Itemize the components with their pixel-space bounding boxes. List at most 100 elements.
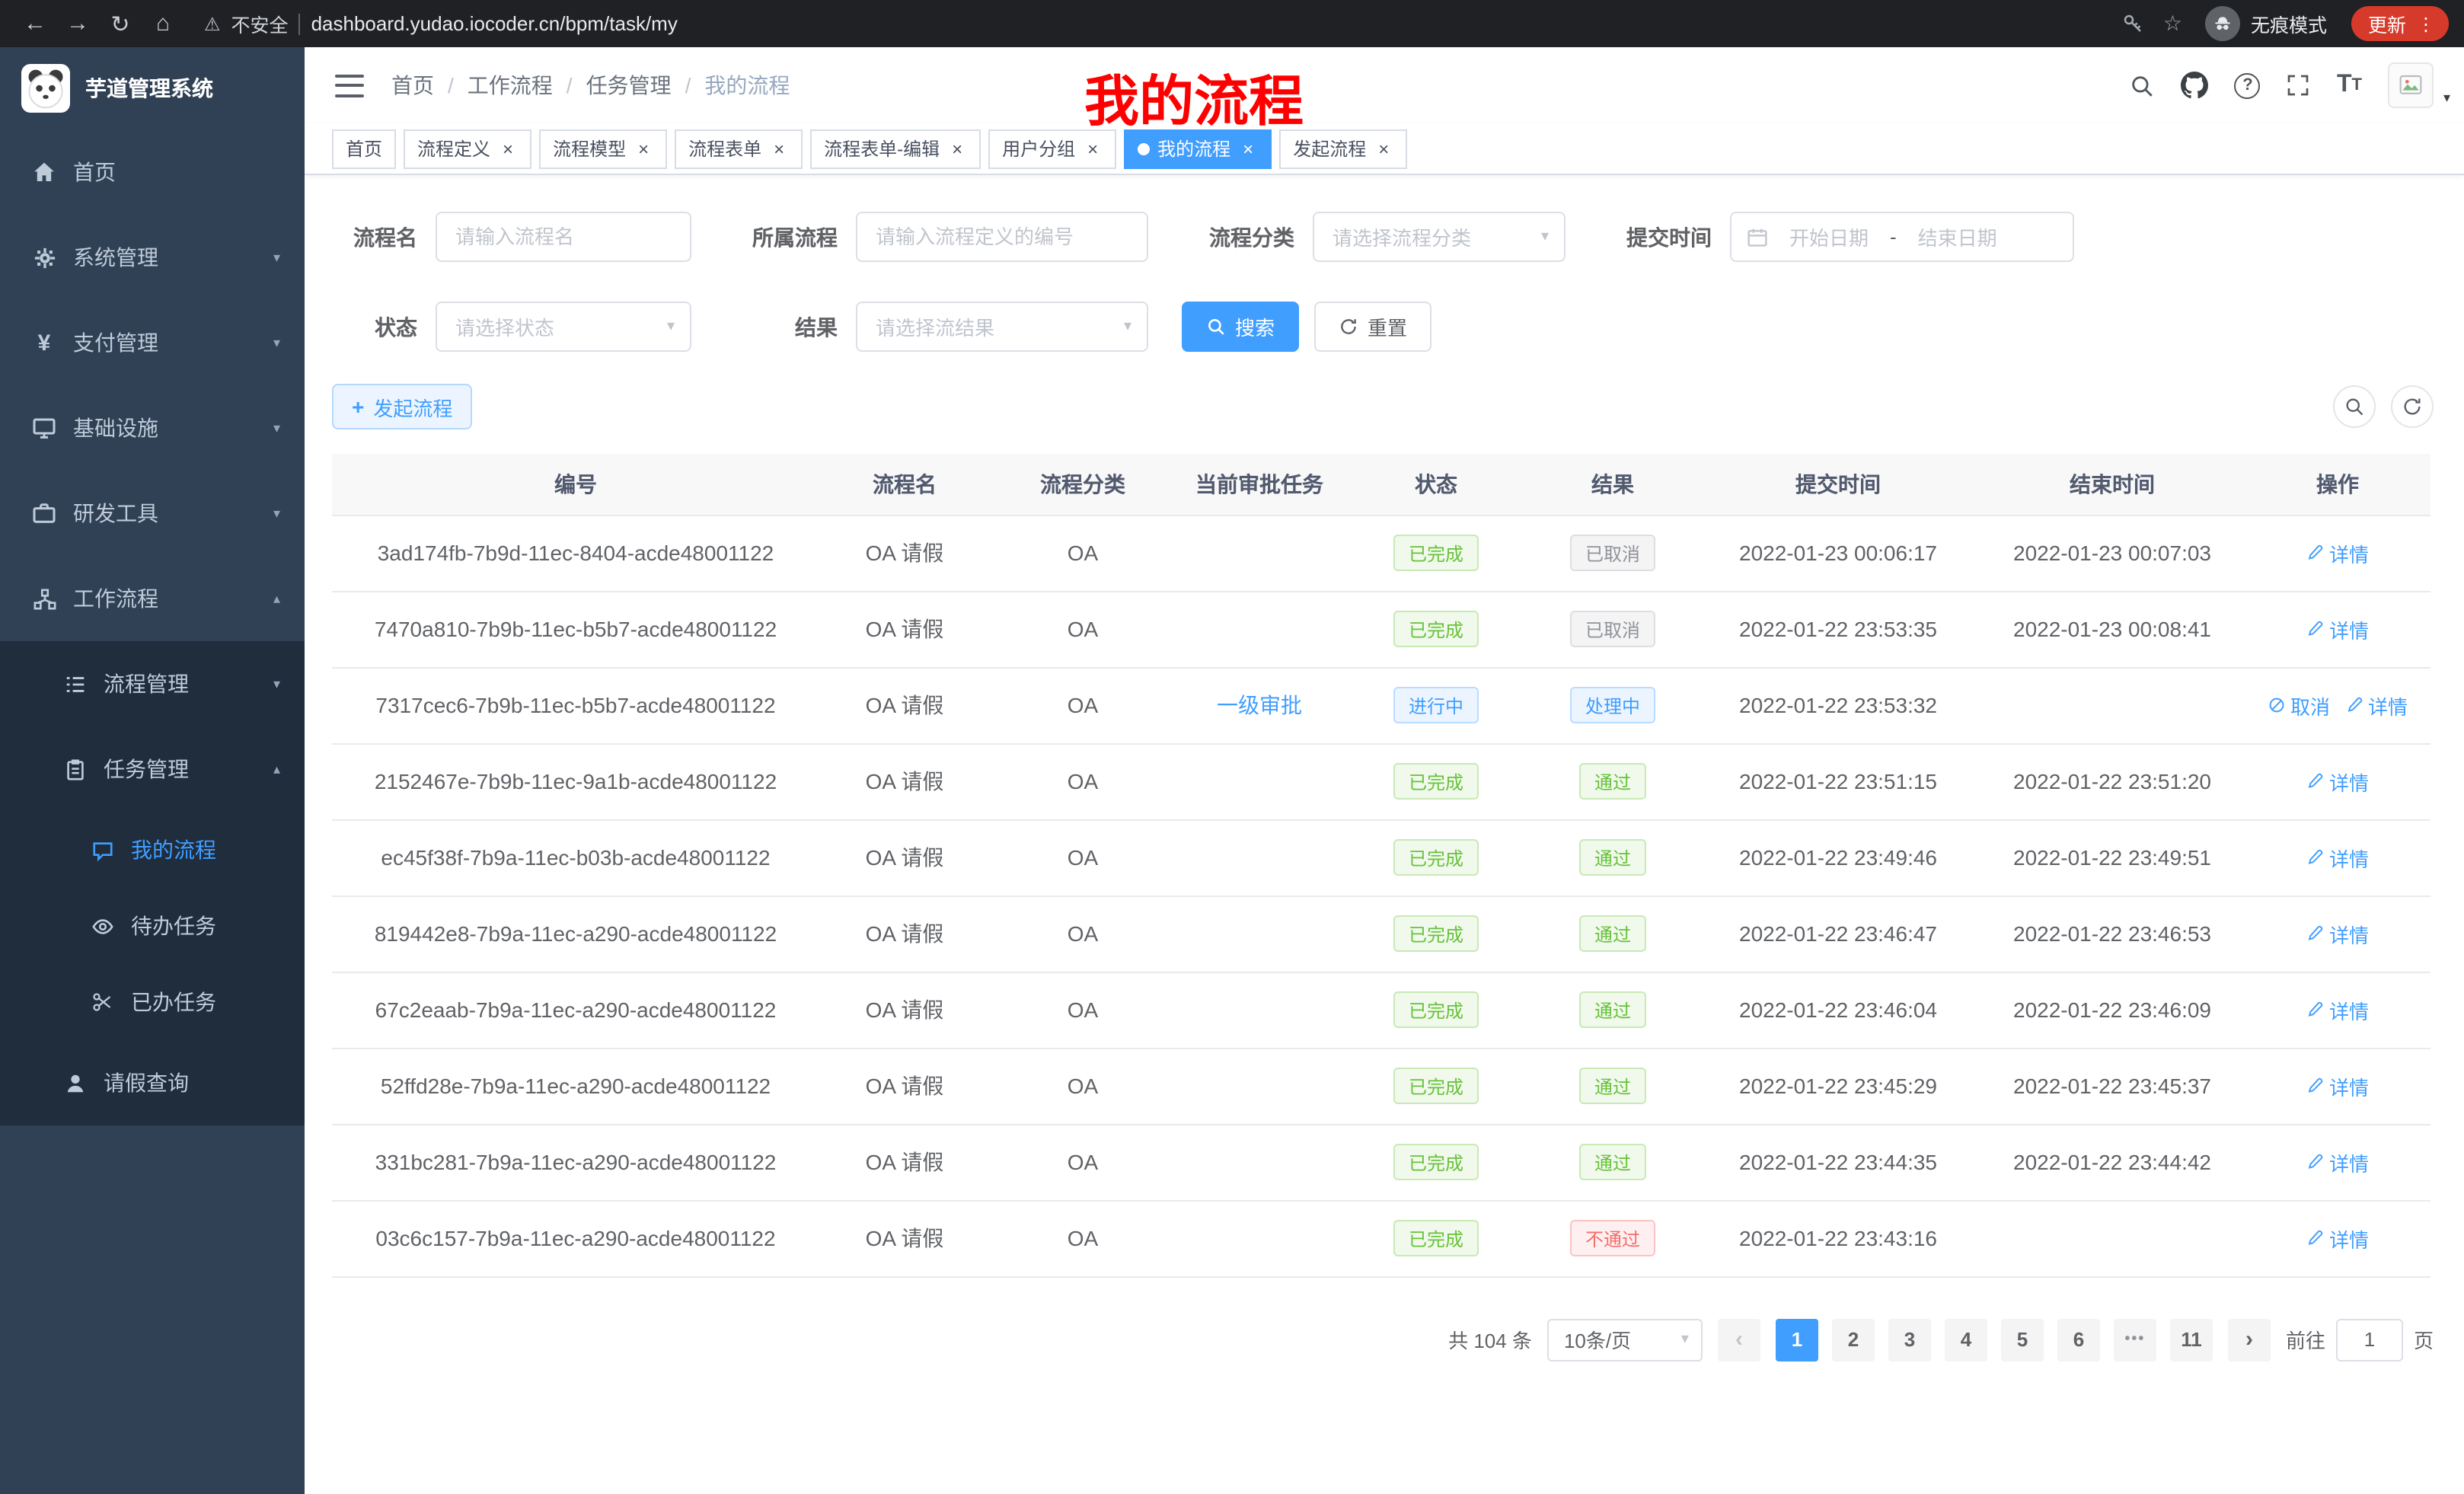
result-select[interactable]: 请选择流结果 ▾ — [856, 302, 1148, 352]
sidebar-item-devtools[interactable]: 研发工具 ▾ — [0, 471, 305, 556]
status-select[interactable]: 请选择状态 ▾ — [436, 302, 691, 352]
font-size-icon[interactable] — [2337, 72, 2362, 99]
end-time: 2022-01-22 23:46:53 — [1980, 895, 2245, 972]
page-button-4[interactable]: 4 — [1945, 1318, 1987, 1361]
help-icon[interactable]: ? — [2235, 72, 2261, 98]
table-tools — [2333, 385, 2434, 428]
toggle-search-icon[interactable] — [2333, 385, 2376, 428]
detail-link[interactable]: 详情 — [2306, 1071, 2369, 1100]
search-button[interactable]: 搜索 — [1182, 302, 1299, 352]
tab-process-form-edit[interactable]: 流程表单-编辑× — [810, 129, 981, 168]
browser-reload-icon[interactable]: ↻ — [101, 4, 140, 43]
detail-link[interactable]: 详情 — [2306, 843, 2369, 872]
process-def-input[interactable] — [856, 212, 1148, 262]
detail-link[interactable]: 详情 — [2306, 615, 2369, 643]
app-logo-row[interactable]: 芋道管理系统 — [0, 47, 305, 129]
end-time: 2022-01-22 23:44:42 — [1980, 1124, 2245, 1200]
date-range-picker[interactable]: 开始日期 - 结束日期 — [1730, 212, 2074, 262]
close-icon[interactable]: × — [947, 139, 967, 158]
close-icon[interactable]: × — [769, 139, 789, 158]
page-button-3[interactable]: 3 — [1888, 1318, 1931, 1361]
status-cell: 已完成 — [1343, 1124, 1529, 1200]
sidebar-item-my-process[interactable]: 我的流程 — [0, 812, 305, 888]
detail-link[interactable]: 详情 — [2345, 691, 2408, 720]
address-bar[interactable]: ⚠ 不安全 dashboard.yudao.iocoder.cn/bpm/tas… — [204, 4, 2093, 43]
tab-process-model[interactable]: 流程模型 × — [539, 129, 667, 168]
process-name-input[interactable] — [436, 212, 691, 262]
table-row: 819442e8-7b9a-11ec-a290-acde48001122OA 请… — [332, 895, 2430, 972]
result-cell: 通过 — [1529, 972, 1696, 1048]
sidebar-item-infrastructure[interactable]: 基础设施 ▾ — [0, 385, 305, 471]
next-page-button[interactable]: › — [2228, 1318, 2271, 1361]
avatar-caret-icon[interactable]: ▾ — [2443, 90, 2450, 107]
browser-back-icon[interactable]: ← — [15, 4, 55, 43]
tab-home[interactable]: 首页 — [332, 129, 396, 168]
tab-process-form[interactable]: 流程表单× — [675, 129, 803, 168]
tabs-bar: 首页 流程定义× 流程模型× 流程表单× 流程表单-编辑× 用户分组× 我的流程… — [305, 123, 2464, 175]
page-size-select[interactable]: 10条/页 ▾ — [1547, 1318, 1703, 1361]
current-task-link[interactable]: 一级审批 — [1217, 690, 1302, 720]
sidebar-item-leave-query[interactable]: 请假查询 — [0, 1040, 305, 1125]
close-icon[interactable]: × — [498, 139, 518, 158]
breadcrumb-item[interactable]: 任务管理 — [586, 70, 672, 101]
fullscreen-icon[interactable] — [2287, 73, 2311, 97]
detail-link[interactable]: 详情 — [2306, 995, 2369, 1024]
app-header: 首页 / 工作流程 / 任务管理 / 我的流程 ? — [305, 47, 2464, 123]
sidebar-item-process-mgmt[interactable]: 流程管理 ▾ — [0, 641, 305, 726]
chevron-down-icon: ▾ — [273, 249, 280, 266]
browser-home-icon[interactable]: ⌂ — [143, 4, 183, 43]
filter-submit-time: 提交时间 开始日期 - 结束日期 — [1599, 212, 2074, 262]
page-button-5[interactable]: 5 — [2001, 1318, 2044, 1361]
close-icon[interactable]: × — [1083, 139, 1103, 158]
reset-button[interactable]: 重置 — [1314, 302, 1431, 352]
hamburger-icon[interactable] — [335, 74, 364, 97]
category-select[interactable]: 请选择流程分类 ▾ — [1313, 212, 1566, 262]
sidebar-item-workflow[interactable]: 工作流程 ▴ — [0, 556, 305, 641]
page-button-2[interactable]: 2 — [1832, 1318, 1875, 1361]
cancel-link[interactable]: 取消 — [2268, 691, 2330, 720]
sidebar-item-task-mgmt[interactable]: 任务管理 ▴ — [0, 726, 305, 812]
password-key-icon[interactable] — [2122, 12, 2145, 35]
prev-page-button[interactable]: ‹ — [1718, 1318, 1760, 1361]
security-warning-label[interactable]: 不安全 — [231, 9, 289, 38]
bookmark-star-icon[interactable]: ☆ — [2163, 11, 2182, 37]
close-icon[interactable]: × — [1374, 139, 1393, 158]
tab-label: 流程定义 — [417, 136, 490, 161]
detail-link[interactable]: 详情 — [2306, 538, 2369, 567]
close-icon[interactable]: × — [1238, 139, 1258, 158]
goto-page-input[interactable] — [2336, 1318, 2403, 1361]
page-ellipsis[interactable]: ••• — [2114, 1318, 2156, 1361]
detail-link[interactable]: 详情 — [2306, 1148, 2369, 1176]
browser-menu-icon[interactable]: ⋮ — [2417, 13, 2435, 34]
detail-link[interactable]: 详情 — [2306, 767, 2369, 796]
sidebar-item-home[interactable]: 首页 — [0, 129, 305, 215]
tab-process-definition[interactable]: 流程定义 × — [404, 129, 531, 168]
page-button-1[interactable]: 1 — [1776, 1318, 1818, 1361]
github-icon[interactable] — [2182, 72, 2209, 99]
row-actions: 详情 — [2245, 1048, 2430, 1124]
detail-link[interactable]: 详情 — [2306, 1224, 2369, 1253]
col-end-time: 结束时间 — [1980, 454, 2245, 515]
process-id: 7470a810-7b9b-11ec-b5b7-acde48001122 — [332, 591, 819, 667]
breadcrumb-item[interactable]: 首页 — [391, 70, 434, 101]
tab-label: 流程模型 — [553, 136, 626, 161]
start-process-button[interactable]: + 发起流程 — [332, 384, 472, 429]
refresh-table-icon[interactable] — [2391, 385, 2434, 428]
sidebar-item-done-tasks[interactable]: 已办任务 — [0, 964, 305, 1040]
result-tag: 通过 — [1579, 991, 1646, 1028]
close-icon[interactable]: × — [634, 139, 653, 158]
browser-update-button[interactable]: 更新 ⋮ — [2351, 6, 2449, 41]
col-status: 状态 — [1343, 454, 1529, 515]
sidebar-item-todo-tasks[interactable]: 待办任务 — [0, 888, 305, 964]
detail-link[interactable]: 详情 — [2306, 919, 2369, 948]
sidebar-item-system[interactable]: 系统管理 ▾ — [0, 215, 305, 300]
page-button-6[interactable]: 6 — [2057, 1318, 2100, 1361]
breadcrumb-item[interactable]: 工作流程 — [468, 70, 553, 101]
sidebar-item-payment[interactable]: ¥ 支付管理 ▾ — [0, 300, 305, 385]
page-button-11[interactable]: 11 — [2170, 1318, 2213, 1361]
search-icon[interactable] — [2130, 72, 2156, 98]
process-name: OA 请假 — [819, 895, 990, 972]
avatar[interactable] — [2388, 62, 2434, 108]
browser-forward-icon[interactable]: → — [58, 4, 97, 43]
row-actions: 详情 — [2245, 819, 2430, 895]
